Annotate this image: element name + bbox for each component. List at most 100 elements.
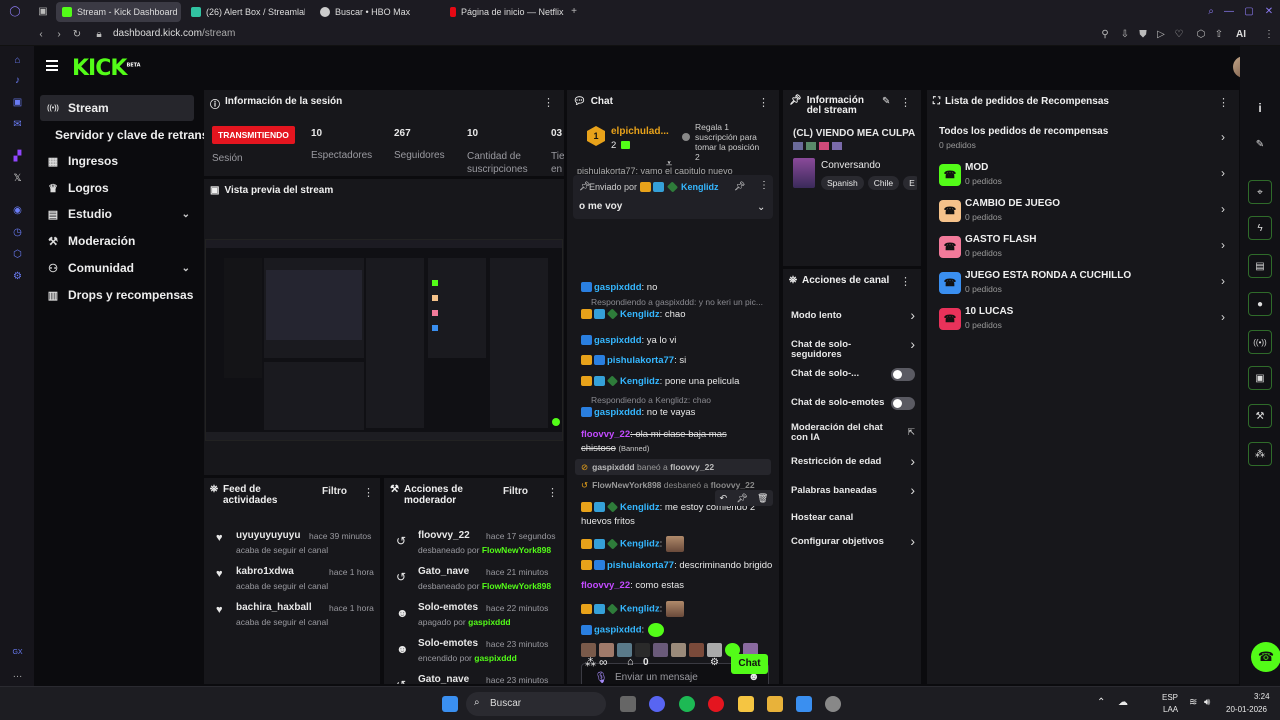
new-tab-icon[interactable]: + (567, 5, 581, 19)
task-view-icon[interactable] (620, 696, 636, 712)
discord-icon[interactable] (649, 696, 665, 712)
gx-icon[interactable]: GX (11, 646, 24, 659)
chat-username[interactable]: Kenglidz (620, 502, 660, 513)
circle-icon[interactable]: ◉ (11, 204, 24, 217)
chat-username[interactable]: gaspixddd (594, 335, 642, 346)
folder-icon[interactable] (767, 696, 783, 712)
twitch-icon[interactable]: ▞ (11, 150, 24, 163)
sidebar-item-drops[interactable]: ▥ Drops y recompensas (40, 282, 194, 308)
tag[interactable]: Spanish (821, 176, 864, 190)
reward-row[interactable]: ☎ JUEGO ESTA RONDA A CUCHILLO 0 pedidos › (939, 270, 1229, 298)
store-icon[interactable]: ⌂ (627, 656, 634, 668)
chat-username[interactable]: Kenglidz (620, 539, 660, 550)
clock-icon[interactable]: ◷ (11, 226, 24, 239)
info-icon[interactable]: i (1248, 96, 1272, 120)
reward-row[interactable]: ☎ 10 LUCAS 0 pedidos › (939, 306, 1229, 334)
more-options-icon[interactable]: ⋮ (547, 486, 558, 499)
pinned-user[interactable]: Kenglidz (681, 182, 719, 192)
reload-icon[interactable]: ↻ (70, 28, 84, 42)
users-icon[interactable]: ⁂ (1248, 442, 1272, 466)
tag[interactable]: Chile (867, 176, 900, 190)
microphone-icon[interactable]: 🎙︎ (594, 671, 608, 684)
mod-action-by[interactable]: FlowNewYork898 (482, 581, 551, 591)
wifi-icon[interactable]: ≋ (1189, 697, 1197, 708)
sidebar-item-moderacion[interactable]: ⚒ Moderación (40, 228, 194, 254)
minimize-icon[interactable]: — (1222, 5, 1236, 19)
pin-icon[interactable]: 📌︎ (736, 493, 747, 504)
sidebar-item-comunidad[interactable]: ⚇ Comunidad ⌄ (40, 255, 194, 281)
gift-cta[interactable]: Regala 1 suscripción para tomar la posic… (695, 122, 765, 162)
windows-start-icon[interactable] (442, 696, 458, 712)
tag[interactable]: E (903, 176, 917, 190)
more-options-icon[interactable]: ⋮ (543, 96, 554, 109)
chat-username[interactable]: floovvy_22 (581, 429, 630, 440)
more-options-icon[interactable]: ⋮ (758, 96, 769, 109)
browser-logo-icon[interactable]: ◯ (8, 5, 22, 19)
hamburger-menu-icon[interactable] (46, 60, 58, 71)
document-icon[interactable]: ▤ (1248, 254, 1272, 278)
ai-button[interactable]: AI (1230, 28, 1252, 42)
spotify-icon[interactable] (679, 696, 695, 712)
browser-menu-icon[interactable]: ⋮ (1262, 28, 1276, 42)
edit-icon[interactable]: ✎ (1248, 132, 1272, 156)
target-icon[interactable]: ⌖ (1248, 180, 1272, 204)
more-options-icon[interactable]: ⋮ (363, 486, 374, 499)
cube-icon[interactable]: ⬡ (11, 248, 24, 261)
toggle-switch[interactable] (891, 368, 915, 381)
settings-icon[interactable]: ⚙ (11, 270, 24, 283)
play-icon[interactable]: ▷ (1154, 28, 1168, 42)
reward-row[interactable]: ☎ CAMBIO DE JUEGO 0 pedidos › (939, 198, 1229, 226)
channel-action-row[interactable]: Configurar objetivos › (791, 533, 915, 555)
channel-action-row[interactable]: Palabras baneadas › (791, 482, 915, 504)
stream-preview-video[interactable] (205, 239, 563, 441)
ban-target[interactable]: floovvy_22 (670, 462, 714, 472)
more-options-icon[interactable]: ⋮ (900, 96, 911, 109)
channel-action-row[interactable]: Hostear canal (791, 509, 915, 531)
opera-gx-icon[interactable] (708, 696, 724, 712)
messenger-icon[interactable]: ✉ (11, 118, 24, 131)
mod-action-by[interactable]: gaspixddd (474, 653, 517, 663)
file-icon[interactable] (738, 696, 754, 712)
unban-target[interactable]: floovvy_22 (711, 480, 755, 490)
chat-username[interactable]: Kenglidz (620, 604, 660, 615)
house-icon[interactable]: ⌂ (11, 54, 24, 67)
users-icon[interactable]: ⁂ (585, 656, 596, 669)
tab-netflix[interactable]: Página de inicio — Netflix (444, 2, 569, 22)
back-icon[interactable]: ‹ (34, 28, 48, 42)
x-icon[interactable]: 𝕏 (11, 172, 24, 185)
more-options-icon[interactable]: ⋮ (900, 275, 911, 288)
channel-action-row[interactable]: Modo lento › (791, 307, 915, 329)
search-tabs-icon[interactable]: ⌕ (1204, 5, 1218, 19)
tab-hbo[interactable]: Buscar • HBO Max (314, 2, 439, 22)
lightning-icon[interactable]: ϟ (1248, 216, 1272, 240)
all-rewards-row[interactable]: Todos los pedidos de recompensas 0 pedid… (939, 126, 1229, 152)
close-window-icon[interactable]: ✕ (1262, 5, 1276, 19)
bookmark-icon[interactable]: ⚲ (1098, 28, 1112, 42)
channel-action-row[interactable]: Chat de solo-seguidores › (791, 336, 915, 360)
chevron-down-icon[interactable]: ⌄ (757, 202, 765, 213)
share-icon[interactable]: ⇧ (1212, 28, 1226, 42)
reward-row[interactable]: ☎ GASTO FLASH 0 pedidos › (939, 234, 1229, 262)
send-chat-button[interactable]: Chat (731, 654, 768, 674)
pin-icon[interactable]: 📌︎ (734, 181, 745, 192)
volume-icon[interactable]: 🔊︎ (1204, 697, 1210, 708)
url-field[interactable]: dashboard.kick.com/stream (113, 28, 235, 39)
mod-filter-button[interactable]: Filtro (503, 486, 528, 497)
wrench-icon[interactable]: ⚒ (1248, 404, 1272, 428)
sidebar-item-logros[interactable]: ♛ Logros (40, 175, 194, 201)
maximize-icon[interactable]: ▢ (1242, 5, 1256, 19)
chat-icon[interactable]: ● (1248, 292, 1272, 316)
clock-time[interactable]: 3:24 (1254, 692, 1270, 701)
cloud-icon[interactable]: ☁ (1118, 697, 1128, 708)
reward-row[interactable]: ☎ MOD 0 pedidos › (939, 162, 1229, 190)
obs-icon[interactable] (825, 696, 841, 712)
channel-action-row[interactable]: Restricción de edad › (791, 453, 915, 475)
more-options-icon[interactable]: ⋮ (759, 180, 769, 191)
channel-action-row[interactable]: Chat de solo-... (791, 365, 915, 387)
reply-icon[interactable]: ↶ (720, 493, 728, 504)
unban-by[interactable]: FlowNewYork898 (592, 480, 661, 490)
forward-icon[interactable]: › (52, 28, 66, 42)
chat-settings-icon[interactable]: ⚙ (710, 657, 719, 668)
kick-logo[interactable]: KICKBETA (72, 56, 141, 81)
activity-filter-button[interactable]: Filtro (322, 486, 347, 497)
